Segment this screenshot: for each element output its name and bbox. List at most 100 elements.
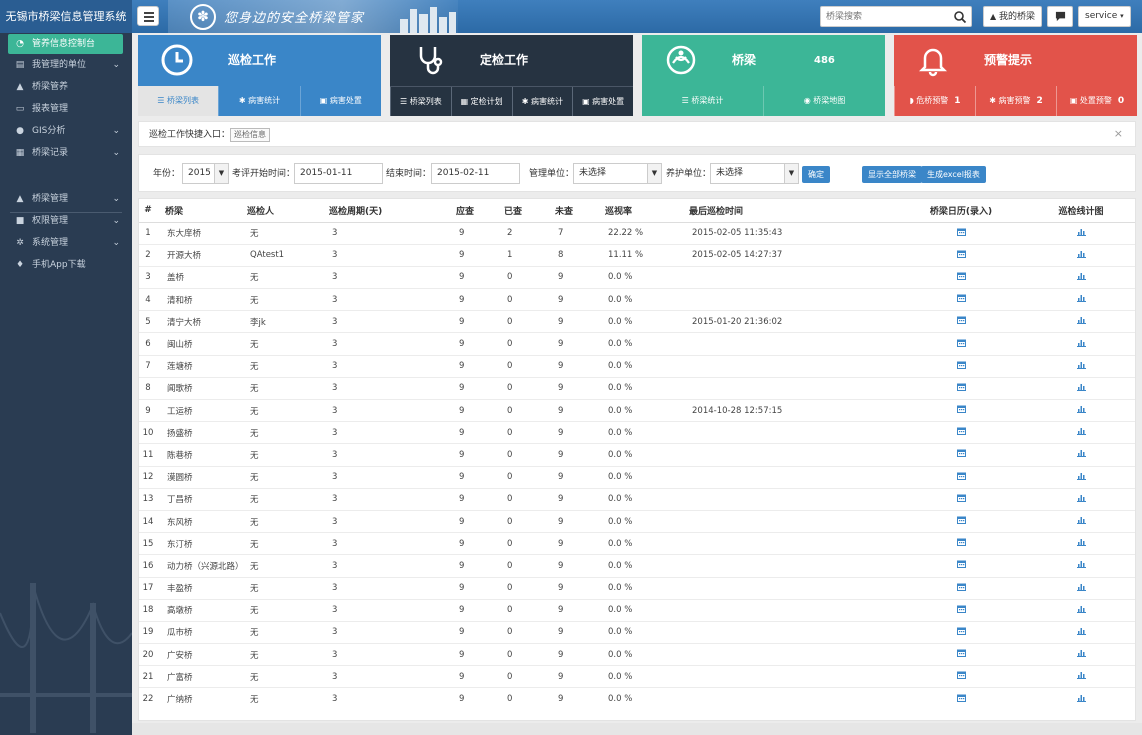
bar-chart-icon[interactable] [1076, 516, 1086, 525]
table-row[interactable]: 15 东汀桥无 3 9 0 9 0.0 % [139, 532, 1135, 555]
table-cell[interactable]: 东汀桥 [157, 532, 247, 555]
tile-link[interactable]: ◉ 桥梁地图 [763, 86, 885, 116]
bar-chart-icon[interactable] [1076, 583, 1086, 591]
tile-link[interactable]: ✱ 病害预警 2 [975, 86, 1056, 116]
table-cell[interactable]: 开源大桥 [157, 243, 247, 267]
bar-chart-icon[interactable] [1076, 649, 1086, 658]
table-cell[interactable]: 丁昌桥 [157, 487, 247, 511]
calendar-icon[interactable] [956, 538, 966, 547]
table-row[interactable]: 10 扬盛桥无 3 9 0 9 0.0 % [139, 421, 1135, 444]
table-row[interactable]: 3 盖桥无 3 9 0 9 0.0 % [139, 265, 1135, 289]
table-row[interactable]: 12 漠圆桥无 3 9 0 9 0.0 % [139, 465, 1135, 489]
table-cell[interactable]: 东风桥 [157, 509, 247, 533]
calendar-icon[interactable] [956, 316, 966, 325]
calendar-icon[interactable] [956, 405, 966, 414]
table-cell[interactable]: 高墩桥 [157, 598, 247, 622]
table-cell[interactable]: 广安桥 [157, 643, 247, 666]
tile-3[interactable]: 预警提示 ◗ 危桥预警 1 ✱ 病害预警 2 ▣ 处置预警 0 [894, 35, 1137, 116]
tile-header[interactable]: 定检工作 [390, 35, 633, 86]
column-header[interactable]: 巡检周期(天) [329, 199, 456, 223]
calendar-icon[interactable] [956, 294, 966, 303]
table-cell[interactable]: 闻歌桥 [157, 376, 247, 400]
table-row[interactable]: 9 工运桥无 3 9 0 9 0.0 % 2014-10-28 12:57:15 [139, 398, 1135, 422]
bar-chart-icon[interactable] [1076, 272, 1086, 280]
calendar-icon[interactable] [956, 383, 966, 391]
sidebar-item-8[interactable]: ✲ 系统管理 ⌄ [0, 233, 132, 253]
bar-chart-icon[interactable] [1076, 538, 1086, 547]
calendar-icon[interactable] [956, 250, 966, 258]
close-icon[interactable]: × [1114, 122, 1123, 146]
bar-chart-icon[interactable] [1076, 361, 1086, 369]
calendar-icon[interactable] [956, 583, 966, 591]
table-row[interactable]: 2 开源大桥 QAtest1 3 9 1 8 11.11 % 2015-02-05 14:27:… [139, 243, 1135, 267]
bar-chart-icon[interactable] [1076, 560, 1086, 569]
bar-chart-icon[interactable] [1076, 671, 1086, 680]
bar-chart-icon[interactable] [1076, 250, 1086, 258]
messages-button[interactable] [1047, 6, 1073, 27]
bar-chart-icon[interactable] [1076, 316, 1086, 325]
tile-header[interactable]: 预警提示 [894, 35, 1137, 86]
calendar-icon[interactable] [956, 272, 966, 280]
table-cell[interactable]: 清宁大桥 [157, 310, 247, 333]
table-cell[interactable]: 盖桥 [157, 265, 247, 289]
column-header[interactable]: 应查 [456, 199, 504, 223]
tile-header[interactable]: 桥梁 486 [642, 35, 885, 86]
year-select[interactable]: 2015 ▼ [182, 163, 229, 184]
sidebar-item-5[interactable]: ▦ 桥梁记录 ⌄ [0, 143, 132, 163]
column-header[interactable]: 已查 [504, 199, 555, 223]
calendar-icon[interactable] [956, 605, 966, 613]
bar-chart-icon[interactable] [1076, 449, 1086, 458]
table-row[interactable]: 16 动力桥（兴源北路）无 3 9 0 9 0.0 % [139, 554, 1135, 577]
bar-chart-icon[interactable] [1076, 627, 1086, 635]
calendar-icon[interactable] [956, 560, 966, 569]
tile-link[interactable]: ▣ 病害处置 [299, 86, 381, 116]
bar-chart-icon[interactable] [1076, 494, 1086, 502]
table-cell[interactable]: 东大庠桥 [157, 221, 247, 245]
sidebar-item-7[interactable]: ■ 权限管理 ⌄ [0, 211, 132, 231]
manage-unit-select[interactable]: 未选择 ▼ [573, 163, 662, 184]
sidebar-item-3[interactable]: ▭ 报表管理 [0, 99, 132, 119]
table-cell[interactable]: 瓜市桥 [157, 620, 247, 644]
calendar-icon[interactable] [956, 427, 966, 436]
user-menu-button[interactable]: service ▾ [1078, 6, 1131, 27]
table-row[interactable]: 5 清宁大桥 李jk 3 9 0 9 0.0 % 2015-01-20 21:36:02 [139, 310, 1135, 333]
calendar-icon[interactable] [956, 627, 966, 635]
maintain-unit-select[interactable]: 未选择 ▼ [710, 163, 799, 184]
bar-chart-icon[interactable] [1076, 472, 1086, 480]
tile-link[interactable]: ☰ 桥梁列表 [390, 87, 451, 116]
table-row[interactable]: 20 广安桥无 3 9 0 9 0.0 % [139, 643, 1135, 666]
table-row[interactable]: 22 广纳桥无 3 9 0 9 0.0 % [139, 687, 1135, 711]
calendar-icon[interactable] [956, 361, 966, 369]
sidebar-item-9[interactable]: ♦ 手机App下载 [0, 255, 132, 275]
table-cell[interactable]: 扬盛桥 [157, 421, 247, 444]
table-cell[interactable]: 闽山桥 [157, 332, 247, 356]
table-cell[interactable]: 动力桥（兴源北路） [157, 554, 247, 577]
tile-link[interactable]: ☰ 桥梁列表 [138, 86, 219, 116]
table-cell[interactable]: 陈巷桥 [157, 443, 247, 467]
sidebar-item-0[interactable]: ◔ 管养信息控制台 [8, 34, 123, 54]
column-header[interactable]: 巡检人 [247, 199, 329, 223]
calendar-icon[interactable] [956, 449, 966, 458]
sidebar-item-6[interactable]: ▲ 桥梁管理 ⌄ [0, 189, 132, 209]
bar-chart-icon[interactable] [1076, 405, 1086, 414]
bar-chart-icon[interactable] [1076, 694, 1086, 702]
calendar-icon[interactable] [956, 228, 966, 236]
table-row[interactable]: 7 莲塘桥无 3 9 0 9 0.0 % [139, 354, 1135, 378]
calendar-icon[interactable] [956, 671, 966, 680]
calendar-icon[interactable] [956, 516, 966, 525]
tile-link[interactable]: ☰ 桥梁统计 [642, 86, 763, 116]
my-bridge-button[interactable]: ▲ 我的桥梁 [983, 6, 1043, 27]
sidebar-item-2[interactable]: ▲ 桥梁管养 [0, 77, 132, 97]
column-header[interactable]: # [139, 199, 157, 223]
table-cell[interactable]: 丰盈桥 [157, 576, 247, 600]
calendar-icon[interactable] [956, 649, 966, 658]
calendar-icon[interactable] [956, 694, 966, 702]
table-row[interactable]: 6 闽山桥无 3 9 0 9 0.0 % [139, 332, 1135, 356]
column-header[interactable]: 桥梁 [157, 199, 247, 223]
table-row[interactable]: 14 东风桥无 3 9 0 9 0.0 % [139, 509, 1135, 533]
table-row[interactable]: 17 丰盈桥无 3 9 0 9 0.0 % [139, 576, 1135, 600]
column-header[interactable]: 未查 [555, 199, 605, 223]
start-time-input[interactable]: 2015-01-11 [294, 163, 383, 184]
export-excel-button[interactable]: 生成excel报表 [921, 166, 986, 183]
bar-chart-icon[interactable] [1076, 339, 1086, 347]
